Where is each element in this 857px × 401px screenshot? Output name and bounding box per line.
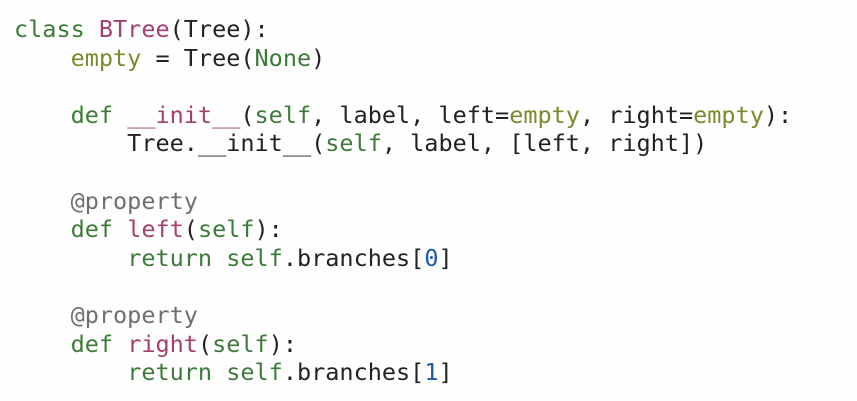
code-token-keyword: def [70,215,128,244]
code-line: return self.branches[1] [14,358,453,387]
code-token-name: left [127,215,184,244]
code-token-default [14,101,71,129]
code-token-default: ): [254,215,283,244]
code-token-keyword: def [70,100,128,129]
code-token-default: (Tree): [169,15,269,43]
code-line: empty = Tree(None) [14,43,326,73]
code-token-default: .branches[ [282,358,425,387]
code-token-name: right [127,329,198,358]
code-token-default: ( [197,329,213,358]
code-token-keyword: class [14,15,99,43]
code-token-decorator: @property [70,301,198,329]
code-token-keyword: self [325,129,382,158]
code-token-default: , label, left= [311,100,510,129]
code-listing: class BTree(Tree): empty = Tree(None) de… [0,0,857,401]
code-token-default: = Tree( [141,43,255,72]
code-token-keyword: None [254,43,312,72]
code-token-decorator: @property [70,186,198,215]
code-token-name: BTree [98,15,170,43]
code-token-default: Tree.__init__( [14,129,326,158]
code-line: def right(self): [14,330,297,359]
code-token-default: ] [438,243,453,272]
code-token-default: , label, [left, right]) [381,129,708,158]
code-token-constant: empty [693,100,764,129]
code-token-keyword: return [127,358,227,387]
code-line: @property [14,187,198,216]
code-line: @property [14,301,198,330]
code-token-constant: empty [70,43,142,72]
code-token-default [14,358,127,386]
code-token-default: , right= [579,100,694,129]
code-token-constant: empty [509,100,580,129]
code-line: return self.branches[0] [14,243,453,273]
code-token-keyword: self [226,243,283,272]
code-token-default: ] [438,358,453,387]
code-token-default [14,301,71,329]
code-token-default [14,187,71,215]
code-token-keyword: self [212,329,269,358]
code-token-number: 0 [424,243,439,272]
code-line: Tree.__init__(self, label, [left, right]… [14,129,707,158]
code-token-default [14,44,71,72]
code-token-keyword: def [70,329,128,358]
code-token-number: 1 [424,358,439,387]
code-token-default [14,330,71,358]
code-token-keyword: return [127,243,227,272]
code-token-default [14,215,71,243]
code-token-keyword: self [254,100,312,129]
code-token-keyword: self [226,358,283,387]
code-token-default [14,244,127,272]
code-token-default: ) [311,43,326,72]
code-token-default: ): [268,329,297,358]
code-token-default: ( [240,100,255,129]
code-token-default: ( [183,215,198,244]
code-line: def __init__(self, label, left=empty, ri… [14,100,793,130]
code-token-keyword: self [197,215,255,244]
code-token-name: __init__ [127,100,241,129]
code-line: def left(self): [14,215,283,244]
code-line: class BTree(Tree): [14,15,269,44]
code-token-default: .branches[ [282,243,425,272]
code-token-default: ): [763,100,793,129]
